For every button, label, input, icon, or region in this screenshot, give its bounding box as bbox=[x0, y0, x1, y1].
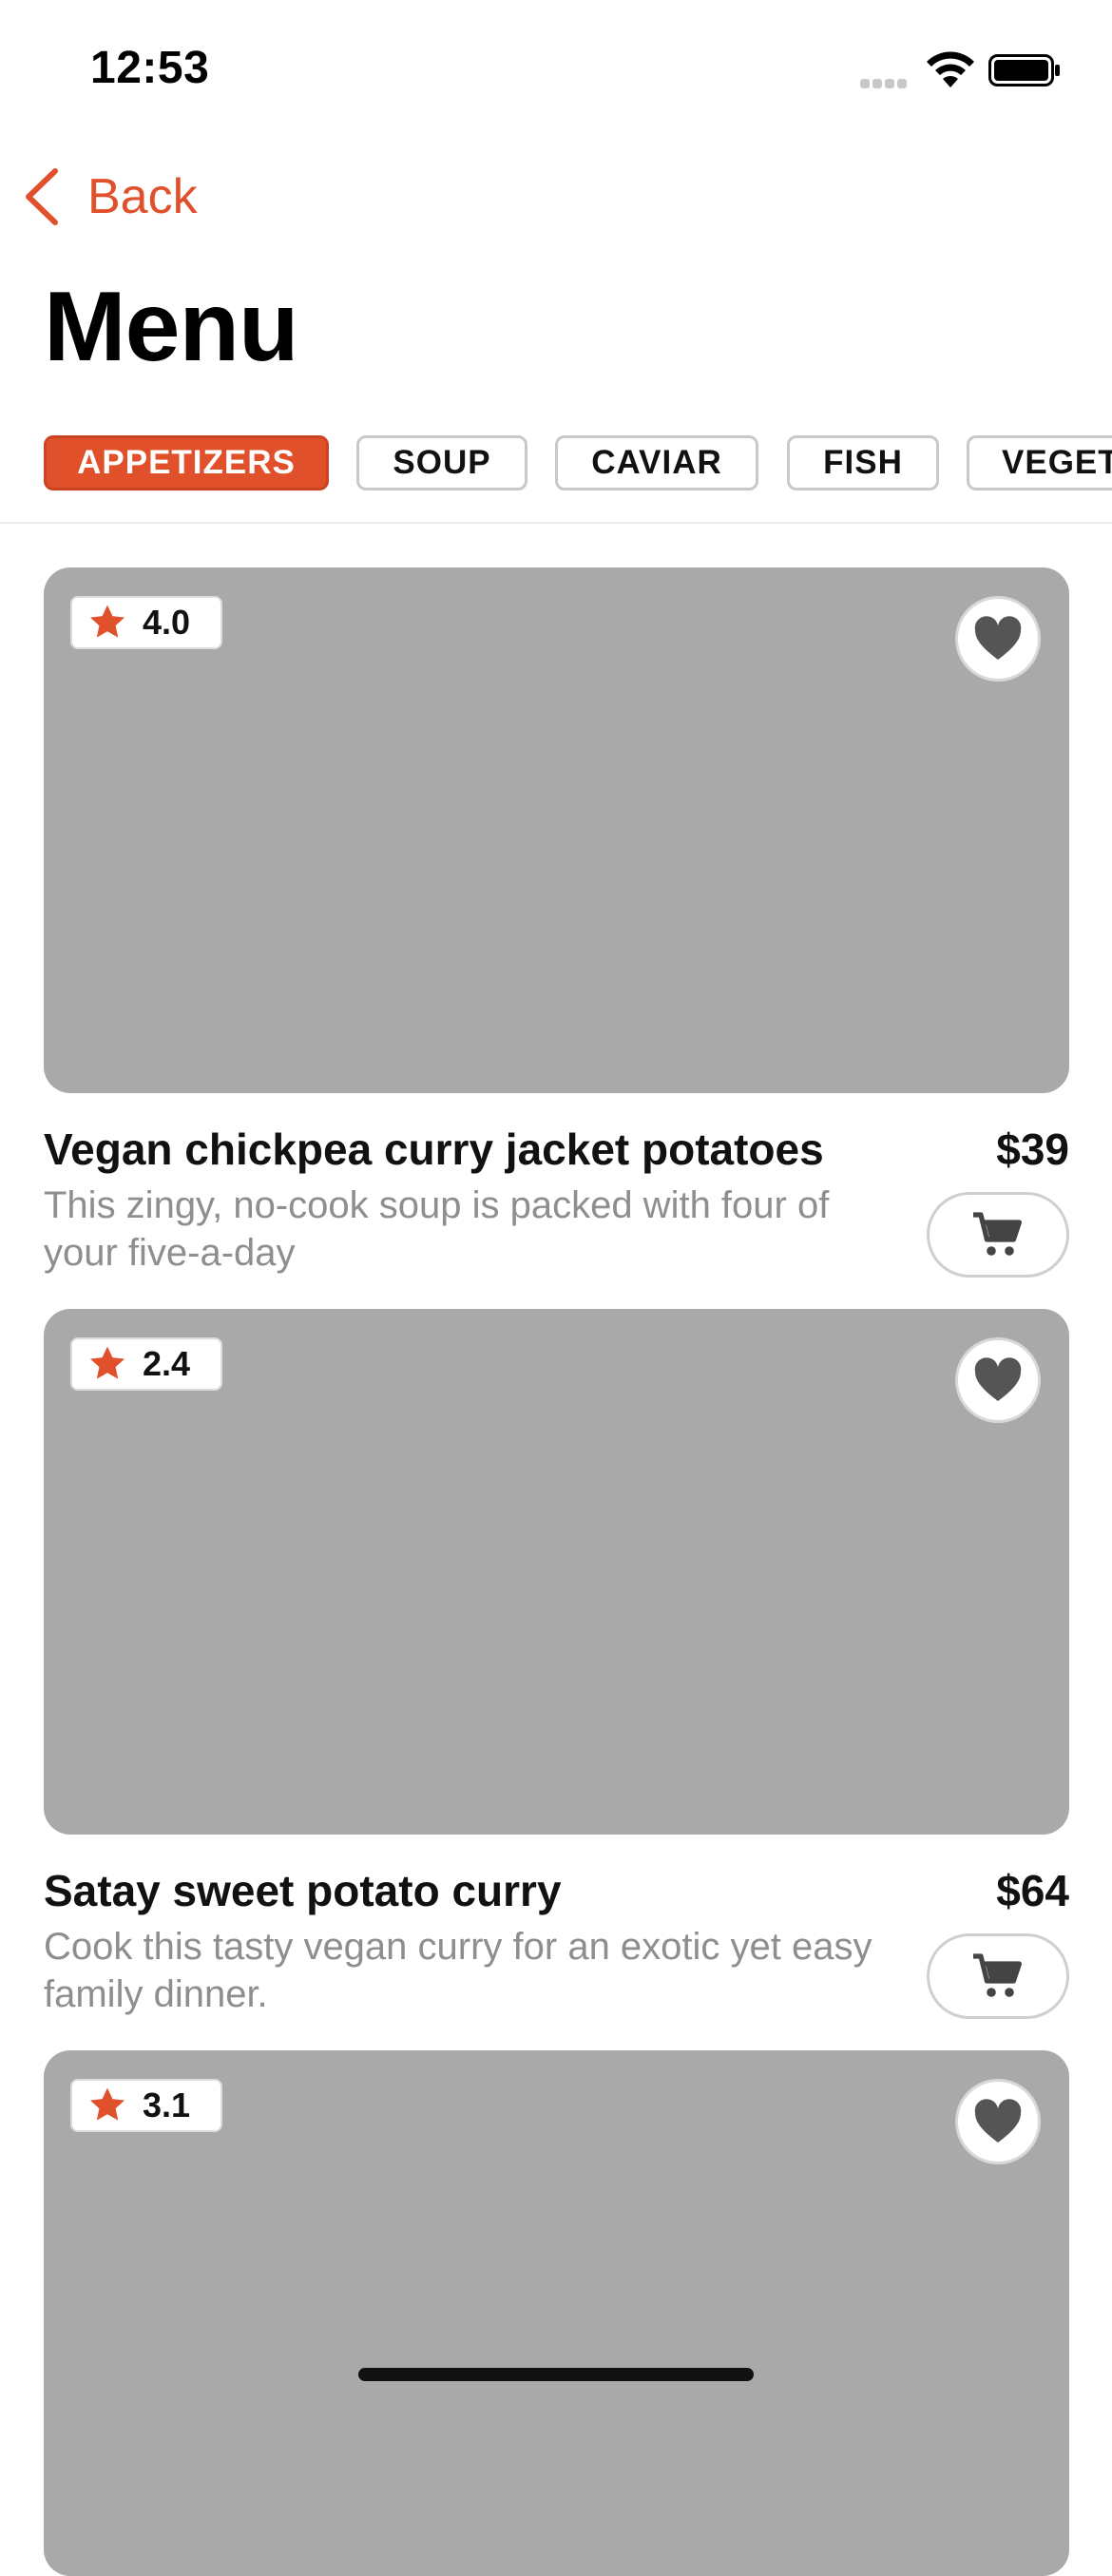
category-tabs: APPETIZERS SOUP CAVIAR FISH VEGET bbox=[0, 435, 1112, 494]
item-name: Satay sweet potato curry bbox=[44, 1866, 562, 1915]
status-time: 12:53 bbox=[90, 43, 210, 93]
rating-value: 4.0 bbox=[143, 603, 191, 642]
menu-item-card[interactable]: 2.4 Satay sweet potato curry $64 Cook th… bbox=[44, 1309, 1069, 2019]
status-bar: 12:53 bbox=[0, 0, 1112, 143]
item-name: Vegan chickpea curry jacket potatoes bbox=[44, 1125, 824, 1174]
menu-item-card[interactable]: 4.0 Vegan chickpea curry jacket potatoes… bbox=[44, 567, 1069, 1278]
tab-soup[interactable]: SOUP bbox=[356, 435, 527, 490]
menu-item-card[interactable]: 3.1 bbox=[44, 2050, 1069, 2576]
rating-value: 3.1 bbox=[143, 2086, 191, 2124]
battery-icon bbox=[988, 54, 1060, 87]
item-price: $64 bbox=[996, 1866, 1069, 1915]
tab-vegetables[interactable]: VEGET bbox=[967, 435, 1112, 490]
rating-value: 2.4 bbox=[143, 1344, 191, 1383]
heart-icon bbox=[974, 616, 1022, 660]
signal-icon bbox=[860, 76, 913, 88]
star-icon bbox=[89, 1346, 125, 1379]
menu-item-image: 4.0 bbox=[44, 567, 1069, 1093]
page-title: Menu bbox=[44, 272, 299, 382]
item-description: This zingy, no-cook soup is packed with … bbox=[44, 1184, 830, 1274]
add-to-cart-button[interactable] bbox=[927, 1933, 1069, 2019]
wifi-icon bbox=[927, 51, 974, 87]
menu-item-image: 2.4 bbox=[44, 1309, 1069, 1835]
home-indicator bbox=[358, 2368, 754, 2381]
item-description: Cook this tasty vegan curry for an exoti… bbox=[44, 1926, 872, 2015]
heart-icon bbox=[974, 2099, 1022, 2143]
tab-appetizers[interactable]: APPETIZERS bbox=[44, 435, 329, 490]
tab-fish[interactable]: FISH bbox=[787, 435, 939, 490]
rating-badge: 4.0 bbox=[70, 596, 222, 649]
menu-item-image: 3.1 bbox=[44, 2050, 1069, 2576]
item-price: $39 bbox=[996, 1125, 1069, 1174]
favorite-button[interactable] bbox=[955, 596, 1041, 682]
heart-icon bbox=[974, 1357, 1022, 1401]
cart-icon bbox=[973, 1953, 1022, 1997]
favorite-button[interactable] bbox=[955, 2079, 1041, 2164]
tab-caviar[interactable]: CAVIAR bbox=[555, 435, 758, 490]
cart-icon bbox=[973, 1212, 1022, 1256]
rating-badge: 2.4 bbox=[70, 1337, 222, 1391]
rating-badge: 3.1 bbox=[70, 2079, 222, 2132]
star-icon bbox=[89, 605, 125, 638]
back-button[interactable]: Back bbox=[23, 163, 198, 230]
back-chevron-icon bbox=[26, 168, 58, 225]
favorite-button[interactable] bbox=[955, 1337, 1041, 1423]
tabs-divider bbox=[0, 522, 1112, 524]
star-icon bbox=[89, 2087, 125, 2121]
back-label: Back bbox=[87, 169, 198, 224]
add-to-cart-button[interactable] bbox=[927, 1192, 1069, 1278]
